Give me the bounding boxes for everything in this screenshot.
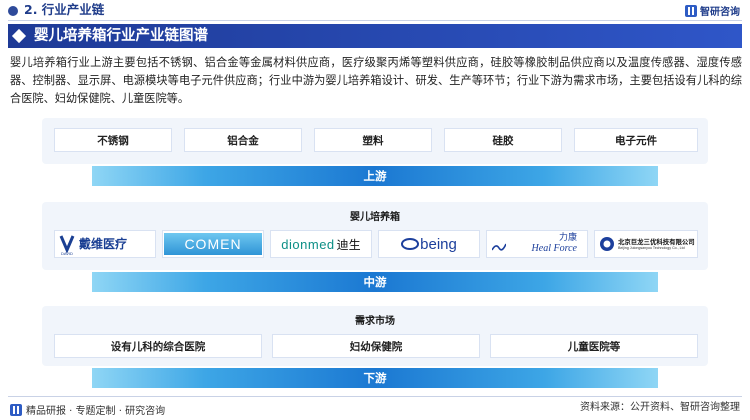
footer-divider [8, 396, 742, 397]
logo-sub: DAVID [61, 251, 73, 256]
upstream-item: 铝合金 [184, 128, 302, 152]
logo-text: 戴维医疗 [79, 236, 127, 251]
logo-en: Beijing Julongsanyou Technology Co., Ltd [618, 245, 685, 250]
downstream-item: 设有儿科的综合医院 [54, 334, 262, 358]
logo-text: being [420, 235, 457, 253]
header-divider [8, 20, 742, 21]
downstream-item: 儿童医院等 [490, 334, 698, 358]
downstream-subtitle: 需求市场 [355, 316, 395, 327]
logo-david: DAVID 戴维医疗 [54, 230, 156, 258]
section-bullet-icon [8, 6, 18, 16]
upstream-item: 不锈钢 [54, 128, 172, 152]
brand-name: 智研咨询 [700, 7, 740, 18]
brand-icon [685, 4, 697, 17]
intro-paragraph: 婴儿培养箱行业上游主要包括不锈钢、铝合金等金属材料供应商，医疗级聚丙烯等塑料供应… [10, 56, 742, 105]
midstream-subtitle: 婴儿培养箱 [350, 212, 400, 223]
being-swirl-icon [401, 238, 420, 250]
julong-emblem-icon [600, 237, 614, 251]
stage-bar-downstream: 下游 [92, 368, 658, 388]
logo-text: dionmed [281, 236, 335, 252]
page-title: 婴儿培养箱行业产业链图谱 [34, 28, 208, 44]
upstream-item: 电子元件 [574, 128, 698, 152]
footer-tagline-text: 精品研报 · 专题定制 · 研究咨询 [26, 406, 166, 417]
brand-icon [10, 403, 22, 416]
wave-icon [491, 238, 507, 251]
downstream-item: 妇幼保健院 [272, 334, 480, 358]
logo-text: 北京巨龙三优科技有限公司 [618, 237, 695, 246]
section-title: 2. 行业产业链 [24, 2, 105, 17]
logo-julong: 北京巨龙三优科技有限公司 Beijing Julongsanyou Techno… [594, 230, 698, 258]
upstream-item: 硅胶 [444, 128, 562, 152]
logo-en: Heal Force [531, 243, 577, 254]
logo-cn: 迪生 [336, 237, 361, 252]
upstream-item: 塑料 [314, 128, 432, 152]
logo-being: being [378, 230, 480, 258]
brand-logo: 智研咨询 [685, 3, 740, 18]
logo-dionmed: dionmed 迪生 [270, 230, 372, 258]
footer-tagline: 精品研报 · 专题定制 · 研究咨询 [10, 402, 165, 417]
logo-text: COMEN [164, 233, 262, 255]
david-logo-icon: DAVID 戴维医疗 [59, 235, 127, 256]
stage-bar-midstream: 中游 [92, 272, 658, 292]
stage-bar-upstream: 上游 [92, 166, 658, 186]
logo-comen: COMEN [162, 230, 264, 258]
source-note: 资料来源：公开资料、智研咨询整理 [580, 402, 740, 413]
logo-cn: 力康 [558, 233, 577, 243]
